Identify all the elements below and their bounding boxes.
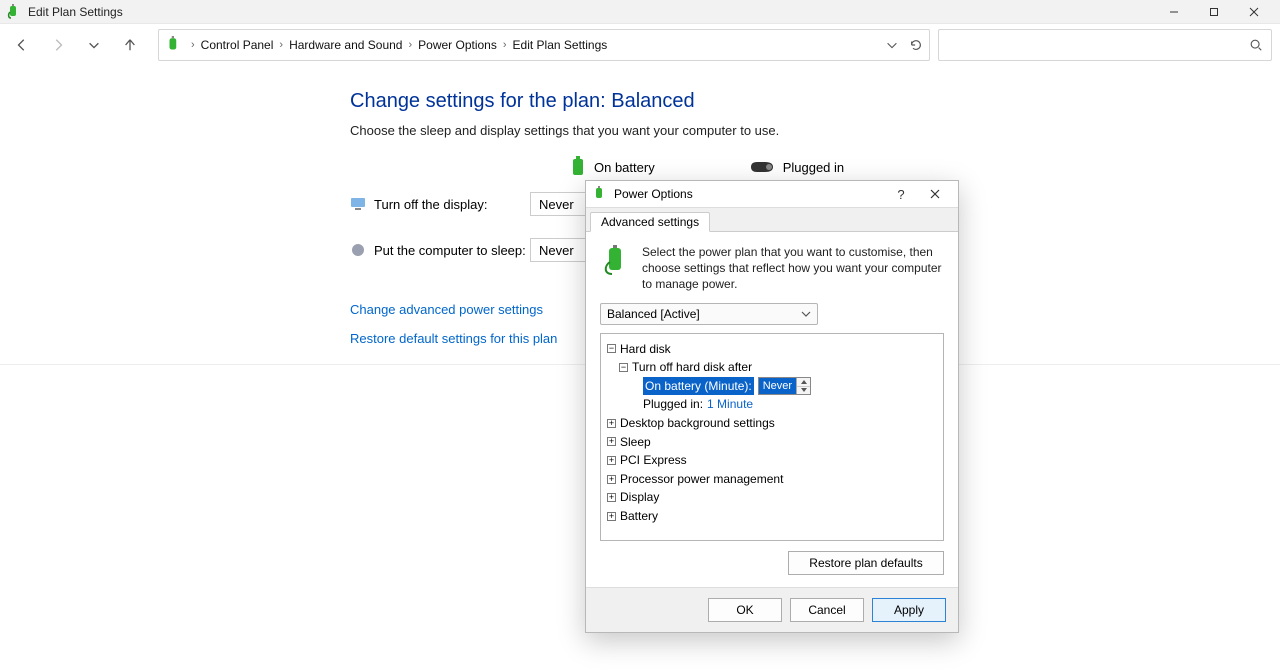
display-icon	[350, 196, 366, 212]
column-label: On battery	[594, 160, 655, 175]
nav-up-button[interactable]	[116, 31, 144, 59]
dialog-tabstrip: Advanced settings	[586, 207, 958, 232]
row-label: Put the computer to sleep:	[374, 243, 526, 258]
tree-node-pci-express[interactable]: +PCI Express	[607, 451, 937, 470]
nav-back-button[interactable]	[8, 31, 36, 59]
tree-node-plugged-in[interactable]: Plugged in: 1 Minute	[643, 395, 937, 414]
spin-up-icon[interactable]	[797, 378, 810, 386]
breadcrumb-item[interactable]: Power Options	[418, 38, 497, 52]
column-plugged-in: Plugged in	[749, 160, 844, 175]
tree-node-sleep[interactable]: +Sleep	[607, 433, 937, 452]
chevron-right-icon: ›	[408, 39, 412, 51]
dialog-body: Select the power plan that you want to c…	[586, 232, 958, 587]
plug-icon	[749, 160, 775, 174]
window-title: Edit Plan Settings	[28, 5, 1154, 19]
sleep-icon	[350, 242, 366, 258]
tree-node-processor-power[interactable]: +Processor power management	[607, 470, 937, 489]
search-box[interactable]	[938, 29, 1272, 61]
expand-icon[interactable]: +	[607, 475, 616, 484]
tree-node-battery[interactable]: +Battery	[607, 507, 937, 526]
cancel-button[interactable]: Cancel	[790, 598, 864, 622]
dialog-titlebar: Power Options ?	[586, 181, 958, 207]
ok-button[interactable]: OK	[708, 598, 782, 622]
apply-button[interactable]: Apply	[872, 598, 946, 622]
column-headers: On battery Plugged in	[570, 156, 1264, 178]
row-label: Turn off the display:	[374, 197, 487, 212]
battery-icon	[592, 186, 608, 202]
plugged-in-value[interactable]: 1 Minute	[707, 395, 753, 414]
app-icon	[6, 4, 22, 20]
tree-node-display[interactable]: +Display	[607, 488, 937, 507]
minimize-button[interactable]	[1154, 0, 1194, 24]
dialog-footer: OK Cancel Apply	[586, 587, 958, 632]
breadcrumbs: › Control Panel › Hardware and Sound › P…	[191, 38, 885, 52]
expand-icon[interactable]: +	[607, 456, 616, 465]
tree-node-desktop-background[interactable]: +Desktop background settings	[607, 414, 937, 433]
power-plan-select[interactable]: Balanced [Active]	[600, 303, 818, 325]
dialog-title: Power Options	[614, 187, 884, 201]
search-icon	[1249, 38, 1263, 52]
expand-icon[interactable]: +	[607, 419, 616, 428]
chevron-down-icon	[801, 309, 811, 319]
column-label: Plugged in	[783, 160, 844, 175]
chevron-right-icon: ›	[279, 39, 283, 51]
refresh-icon[interactable]	[909, 38, 923, 52]
spin-down-icon[interactable]	[797, 386, 810, 395]
nav-forward-button[interactable]	[44, 31, 72, 59]
chevron-down-icon[interactable]	[885, 38, 899, 52]
breadcrumb-item[interactable]: Hardware and Sound	[289, 38, 402, 52]
maximize-button[interactable]	[1194, 0, 1234, 24]
page-heading: Change settings for the plan: Balanced	[350, 90, 1264, 113]
dialog-help-button[interactable]: ?	[884, 181, 918, 207]
restore-plan-defaults-button[interactable]: Restore plan defaults	[788, 551, 944, 575]
settings-tree[interactable]: −Hard disk −Turn off hard disk after On …	[600, 333, 944, 541]
dialog-close-button[interactable]	[918, 181, 952, 207]
expand-icon[interactable]: +	[607, 437, 616, 446]
column-on-battery: On battery	[570, 156, 655, 178]
page-description: Choose the sleep and display settings th…	[350, 123, 1264, 138]
window-titlebar: Edit Plan Settings	[0, 0, 1280, 24]
collapse-icon[interactable]: −	[607, 344, 616, 353]
chevron-right-icon: ›	[191, 39, 195, 51]
collapse-icon[interactable]: −	[619, 363, 628, 372]
tree-node-on-battery[interactable]: On battery (Minute): Never	[643, 377, 937, 396]
breadcrumb-item[interactable]: Edit Plan Settings	[513, 38, 608, 52]
battery-icon	[570, 156, 586, 178]
battery-icon	[165, 36, 183, 54]
breadcrumb-item[interactable]: Control Panel	[201, 38, 274, 52]
power-plan-value: Balanced [Active]	[607, 307, 700, 321]
battery-large-icon	[600, 244, 632, 276]
tree-node-hard-disk[interactable]: −Hard disk	[607, 340, 937, 359]
on-battery-spinner[interactable]: Never	[758, 377, 811, 395]
power-options-dialog: Power Options ? Advanced settings Select…	[585, 180, 959, 633]
tree-label-selected: On battery (Minute):	[643, 377, 754, 396]
address-bar[interactable]: › Control Panel › Hardware and Sound › P…	[158, 29, 930, 61]
chevron-right-icon: ›	[503, 39, 507, 51]
window-controls	[1154, 0, 1274, 24]
tab-advanced-settings[interactable]: Advanced settings	[590, 212, 710, 232]
dialog-description: Select the power plan that you want to c…	[642, 244, 944, 293]
expand-icon[interactable]: +	[607, 512, 616, 521]
close-button[interactable]	[1234, 0, 1274, 24]
tree-node-turn-off-hard-disk[interactable]: −Turn off hard disk after	[619, 358, 937, 377]
toolbar: › Control Panel › Hardware and Sound › P…	[0, 24, 1280, 66]
expand-icon[interactable]: +	[607, 493, 616, 502]
nav-history-dropdown[interactable]	[80, 31, 108, 59]
on-battery-value: Never	[759, 378, 796, 394]
